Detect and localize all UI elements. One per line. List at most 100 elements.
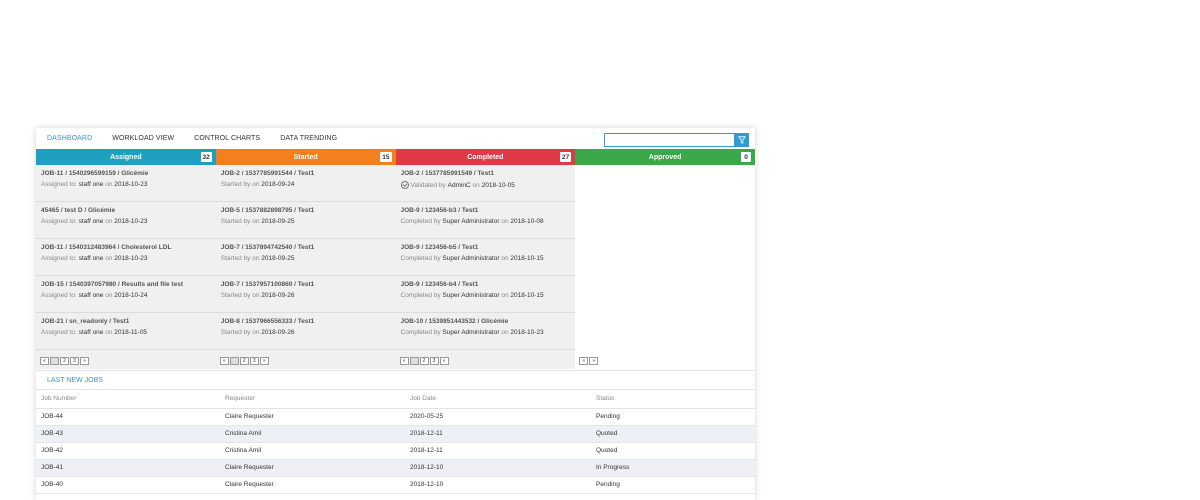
job-card-meta: Completed by Super Administrator on 2018… (401, 292, 571, 299)
tab-data-trending[interactable]: DATA TRENDING (280, 135, 337, 142)
tab-dashboard[interactable]: DASHBOARD (47, 135, 92, 142)
meta-prefix: Assigned to: (41, 181, 77, 188)
column-title: Approved (648, 153, 682, 161)
cell-job-date: 2020-05-25 (405, 408, 591, 426)
tab-workload-view[interactable]: WORKLOAD VIEW (112, 135, 174, 142)
kanban-board: Assigned 32 JOB-11 / 1540296599159 / Glicé… (36, 149, 755, 369)
column-completed: Completed 27 JOB-2 / 1537785991549 / Test1… (395, 149, 576, 369)
count-badge: 15 (380, 152, 392, 162)
meta-date: 2018-10-23 (510, 329, 544, 336)
job-card[interactable]: JOB-15 / 1540397057980 / Results and fil… (36, 276, 216, 313)
meta-user: Super Administrator (442, 329, 500, 336)
column-header: Started 15 (215, 149, 396, 165)
meta-date: 2018-09-26 (261, 329, 295, 336)
page-button[interactable]: 2 (419, 357, 429, 365)
cell-job-date: 2018-12-10 (405, 459, 591, 477)
last-page-button[interactable]: » (80, 357, 89, 365)
first-page-button[interactable]: « (399, 357, 409, 365)
first-page-button[interactable]: « (40, 357, 49, 365)
job-card[interactable]: JOB-2 / 1537785991544 / Test1 Started by … (215, 165, 396, 202)
meta-on: on (105, 292, 113, 299)
job-card-meta: Started by on 2018-09-26 (221, 329, 391, 336)
job-card-title: 45465 / test D / Glicémie (41, 207, 116, 214)
tab-control-charts[interactable]: CONTROL CHARTS (194, 135, 260, 142)
first-page-button[interactable]: « (219, 357, 229, 365)
job-card[interactable]: JOB-8 / 1537966556333 / Test1 Started by … (215, 313, 396, 350)
job-card[interactable]: JOB-2 / 1537785991549 / Test1 Validated b… (395, 165, 576, 202)
count-badge: 0 (741, 152, 751, 162)
job-card[interactable]: 45465 / test D / Glicémie Assigned to: st… (36, 202, 216, 239)
meta-prefix: Completed by (400, 329, 441, 336)
job-card[interactable]: JOB-11 / 1540296599159 / Glicémie Assigne… (36, 165, 216, 202)
meta-user: Super Administrator (442, 218, 500, 225)
last-page-button[interactable]: » (439, 357, 449, 365)
job-card-meta: Completed by Super Administrator on 2018… (401, 255, 571, 262)
page-button[interactable]: 3 (70, 357, 79, 365)
search-input[interactable] (604, 133, 735, 147)
cell-status: In Progress (591, 459, 755, 477)
job-card-meta: Validated by AdminC on 2018-10-05 (400, 181, 571, 189)
page-button[interactable] (50, 357, 59, 365)
column-title: Assigned (110, 153, 142, 161)
filter-icon (738, 136, 746, 144)
count-badge: 27 (560, 152, 572, 162)
job-card[interactable]: JOB-7 / 1537957100860 / Test1 Started by … (215, 276, 396, 313)
column-approved: Approved 0 «» (575, 149, 755, 369)
column-header: Completed 27 (395, 149, 576, 165)
meta-on: on (252, 218, 260, 225)
table-row[interactable]: JOB-40 Claire Requester 2018-12-10 Pending (36, 476, 755, 494)
meta-date: 2018-09-26 (261, 292, 295, 299)
meta-date: 2018-09-24 (261, 181, 295, 188)
header-status: Status (591, 390, 755, 409)
meta-user: staff one (78, 218, 104, 225)
meta-user: staff one (78, 181, 104, 188)
table-row[interactable]: JOB-41 Claire Requester 2018-12-10 In Progr… (36, 459, 755, 477)
meta-prefix: Completed by (400, 292, 441, 299)
last-page-button[interactable]: » (259, 357, 269, 365)
column-title: Started (293, 153, 318, 161)
jobs-table: Job Number Requester Job Date Status JOB… (36, 390, 755, 494)
job-card[interactable]: JOB-21 / sn_readonly / Test1 Assigned to:… (36, 313, 216, 350)
meta-user: Super Administrator (442, 255, 500, 262)
table-row[interactable]: JOB-43 Cristina Amil 2018-12-11 Quoted (36, 425, 755, 443)
job-card-title: JOB-8 / 1537966556333 / Test1 (220, 318, 315, 325)
page-button[interactable]: 2 (60, 357, 69, 365)
job-card-title: JOB-10 / 1539851443532 / Glicémie (400, 318, 509, 325)
meta-on: on (252, 255, 260, 262)
last-page-button[interactable]: » (589, 357, 599, 365)
meta-prefix: Started by (220, 218, 251, 225)
page-button[interactable]: 3 (249, 357, 259, 365)
page-button[interactable] (229, 357, 239, 365)
meta-prefix: Completed by (400, 218, 441, 225)
job-card[interactable]: JOB-9 / 123456-b4 / Test1 Completed by Su… (395, 276, 576, 313)
page-button[interactable]: 2 (239, 357, 249, 365)
job-card[interactable]: JOB-10 / 1539851443532 / Glicémie Complet… (395, 313, 576, 350)
section-title: LAST NEW JOBS (36, 370, 755, 390)
meta-prefix: Started by (220, 181, 251, 188)
job-card-meta: Started by on 2018-09-24 (221, 181, 391, 188)
job-card[interactable]: JOB-9 / 123456-b3 / Test1 Completed by Su… (395, 202, 576, 239)
table-row[interactable]: JOB-42 Cristina Amil 2018-12-11 Quoted (36, 442, 755, 460)
meta-prefix: Assigned to: (41, 218, 77, 225)
job-card-meta: Assigned to: staff one on 2018-10-24 (41, 292, 211, 299)
job-card-title: JOB-2 / 1537785991549 / Test1 (400, 170, 494, 177)
page-button[interactable] (409, 357, 419, 365)
meta-user: staff one (78, 255, 104, 262)
first-page-button[interactable]: « (579, 357, 589, 365)
column-started: Started 15 JOB-2 / 1537785991544 / Test1 St… (215, 149, 396, 369)
job-card[interactable]: JOB-7 / 1537894742540 / Test1 Started by … (215, 239, 396, 276)
meta-date: 2018-09-25 (261, 255, 295, 262)
job-card-meta: Assigned to: staff one on 2018-10-23 (41, 218, 211, 225)
filter-button[interactable] (735, 133, 749, 147)
job-card[interactable]: JOB-9 / 123456-b5 / Test1 Completed by Su… (395, 239, 576, 276)
cell-requester: Cristina Amil (220, 425, 405, 443)
job-card-title: JOB-7 / 1537894742540 / Test1 (220, 244, 315, 251)
page-button[interactable]: 3 (429, 357, 439, 365)
cell-status: Quoted (591, 442, 755, 460)
job-card[interactable]: JOB-11 / 1540312483964 / Cholesterol LDL… (36, 239, 216, 276)
table-row[interactable]: JOB-44 Claire Requester 2020-05-25 Pending (36, 408, 755, 426)
dashboard-panel: DASHBOARD WORKLOAD VIEW CONTROL CHARTS D… (36, 128, 755, 500)
job-card[interactable]: JOB-5 / 1537882898795 / Test1 Started by … (215, 202, 396, 239)
meta-date: 2018-11-05 (114, 329, 148, 336)
cell-status: Pending (591, 408, 755, 426)
